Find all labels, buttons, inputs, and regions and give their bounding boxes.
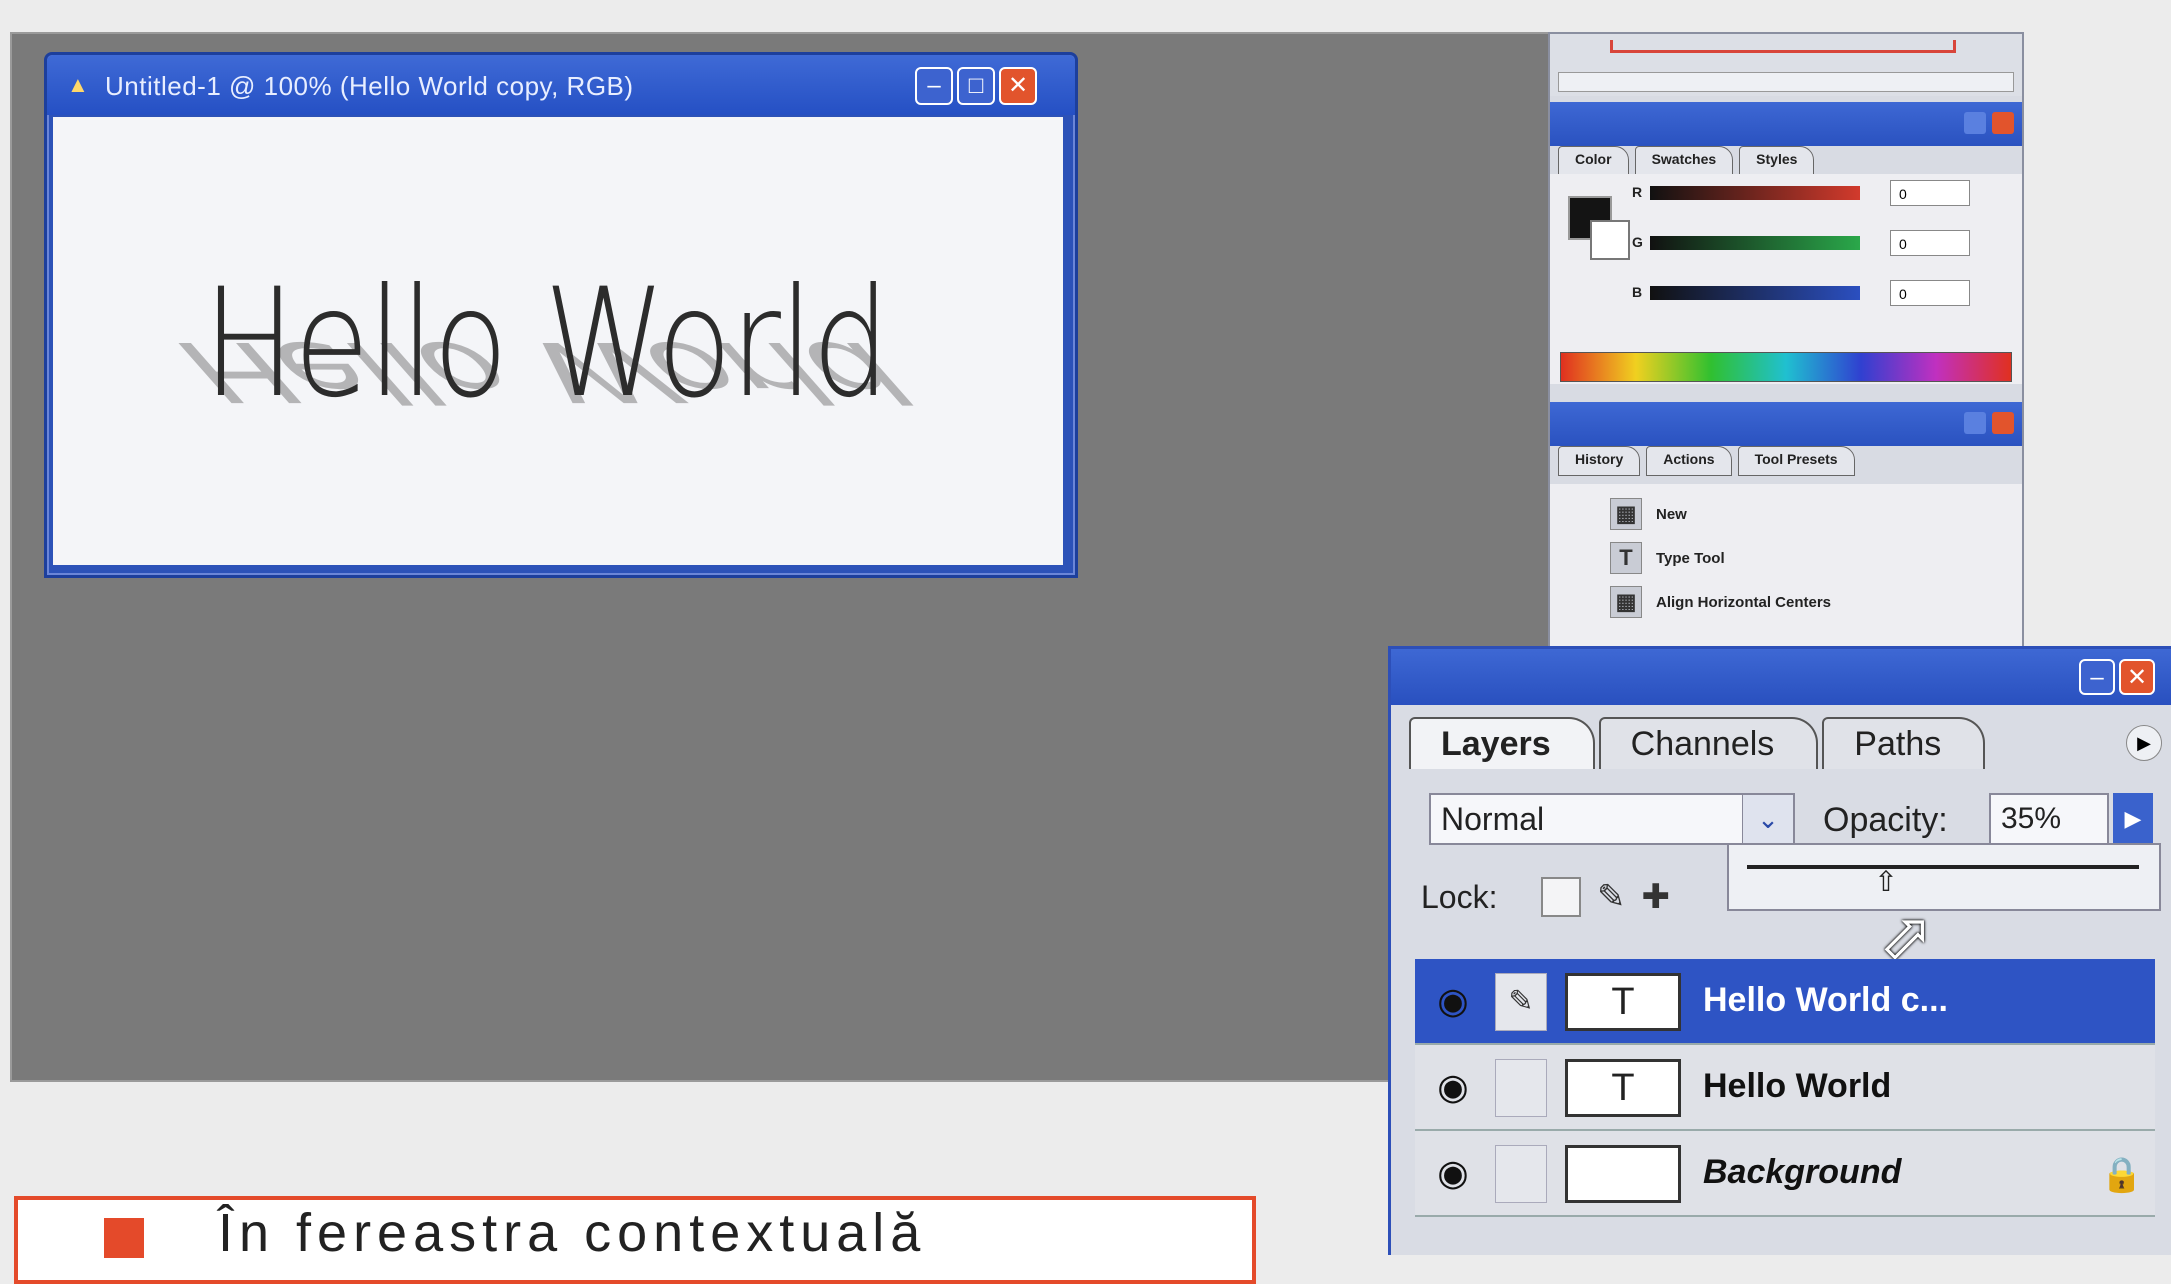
- caption-text: În fereastra contextuală: [218, 1203, 927, 1263]
- eye-visibility-icon[interactable]: ◉: [1427, 1153, 1479, 1193]
- palette-minimize-button[interactable]: [1964, 412, 1986, 434]
- opacity-slider-thumb[interactable]: ⇧: [1874, 865, 1897, 898]
- tab-layers[interactable]: Layers: [1409, 717, 1595, 769]
- history-palette-tabs: History Actions Tool Presets: [1558, 446, 2014, 476]
- palette-close-button[interactable]: [1992, 112, 2014, 134]
- document-window[interactable]: ▲ Untitled-1 @ 100% (Hello World copy, R…: [44, 52, 1078, 578]
- opacity-label: Opacity:: [1823, 801, 1948, 839]
- palette-close-button[interactable]: [1992, 412, 2014, 434]
- close-button[interactable]: ✕: [999, 67, 1037, 105]
- history-item[interactable]: ▦ Align Horizontal Centers: [1610, 586, 1831, 618]
- minimize-button[interactable]: –: [915, 67, 953, 105]
- channel-b-value[interactable]: 0: [1890, 280, 1970, 306]
- tab-channels[interactable]: Channels: [1598, 717, 1819, 769]
- eye-visibility-icon[interactable]: ◉: [1427, 1067, 1479, 1107]
- history-item[interactable]: T Type Tool: [1610, 542, 1725, 574]
- lock-position-icon[interactable]: ✚: [1642, 877, 1671, 917]
- layer-row[interactable]: ◉ ✎ T Hello World c...: [1415, 959, 2155, 1045]
- opacity-slider-track[interactable]: [1747, 865, 2139, 869]
- layers-panel: – ✕ Layers Channels Paths ▶ Normal ⌄ Opa…: [1388, 646, 2171, 1255]
- opacity-slider-toggle[interactable]: ▶: [2113, 793, 2153, 845]
- layer-thumbnail: T: [1565, 1059, 1681, 1117]
- type-tool-icon: T: [1610, 542, 1642, 574]
- document-canvas[interactable]: Hello World Hello World: [53, 117, 1063, 565]
- step-marker: [104, 1218, 144, 1258]
- channel-r-value[interactable]: 0: [1890, 180, 1970, 206]
- history-palette-titlebar[interactable]: [1550, 402, 2022, 446]
- channel-r-label: R: [1632, 184, 1643, 200]
- channel-g-slider[interactable]: [1650, 236, 1860, 250]
- new-document-icon: ▦: [1610, 498, 1642, 530]
- caption-box: În fereastra contextuală: [14, 1196, 1256, 1284]
- navigator-view-box[interactable]: [1610, 40, 1956, 53]
- blend-mode-select[interactable]: Normal ⌄: [1429, 793, 1795, 845]
- layer-row[interactable]: ◉ Background 🔒: [1415, 1131, 2155, 1217]
- tab-styles[interactable]: Styles: [1739, 146, 1815, 176]
- link-slot[interactable]: [1495, 1059, 1547, 1117]
- blend-mode-value: Normal: [1441, 801, 1545, 837]
- navigator-palette: [1550, 34, 2022, 96]
- layer-thumbnail: T: [1565, 973, 1681, 1031]
- brush-link-icon[interactable]: ✎: [1495, 973, 1547, 1031]
- color-palette-body: R 0 G 0 B 0: [1550, 174, 2022, 384]
- history-item[interactable]: ▦ New: [1610, 498, 1687, 530]
- history-item-label: Align Horizontal Centers: [1656, 593, 1832, 611]
- panel-minimize-button[interactable]: –: [2079, 659, 2115, 695]
- channel-r-slider[interactable]: [1650, 186, 1860, 200]
- align-icon: ▦: [1610, 586, 1642, 618]
- maximize-button[interactable]: □: [957, 67, 995, 105]
- lock-image-icon[interactable]: ✎: [1597, 877, 1626, 917]
- channel-g-value[interactable]: 0: [1890, 230, 1970, 256]
- navigator-zoom-slider[interactable]: [1558, 72, 2014, 92]
- tab-swatches[interactable]: Swatches: [1634, 146, 1734, 176]
- tab-color[interactable]: Color: [1558, 146, 1629, 176]
- layers-panel-titlebar[interactable]: – ✕: [1391, 649, 2171, 705]
- layer-name: Hello World c...: [1703, 981, 1948, 1019]
- channel-b-label: B: [1632, 284, 1643, 300]
- link-slot[interactable]: [1495, 1145, 1547, 1203]
- tab-paths[interactable]: Paths: [1822, 717, 1986, 769]
- photoshop-doc-icon: ▲: [67, 72, 89, 97]
- background-color-swatch[interactable]: [1590, 220, 1630, 260]
- color-spectrum-bar[interactable]: [1560, 352, 2012, 382]
- tab-history[interactable]: History: [1558, 446, 1641, 476]
- channel-g-label: G: [1632, 234, 1643, 250]
- opacity-input[interactable]: 35%: [1989, 793, 2109, 845]
- layer-name: Hello World: [1703, 1067, 1892, 1105]
- chevron-down-icon[interactable]: ⌄: [1742, 795, 1793, 843]
- layers-panel-tabs: Layers Channels Paths: [1409, 717, 1986, 769]
- panel-close-button[interactable]: ✕: [2119, 659, 2155, 695]
- color-palette-tabs: Color Swatches Styles: [1558, 146, 2014, 176]
- layer-row[interactable]: ◉ T Hello World: [1415, 1045, 2155, 1131]
- opacity-slider-popup[interactable]: ⇧: [1727, 843, 2161, 911]
- palettes-column: Color Swatches Styles R 0 G 0 B 0 Histor…: [1548, 32, 2024, 656]
- panel-menu-arrow-icon[interactable]: ▶: [2126, 725, 2162, 761]
- palette-minimize-button[interactable]: [1964, 112, 1986, 134]
- lock-transparency-icon[interactable]: [1541, 877, 1581, 917]
- history-palette-body: ▦ New T Type Tool ▦ Align Horizontal Cen…: [1550, 484, 2022, 654]
- channel-b-slider[interactable]: [1650, 286, 1860, 300]
- document-title: Untitled-1 @ 100% (Hello World copy, RGB…: [105, 71, 634, 101]
- lock-options: ✎ ✚: [1541, 877, 1670, 917]
- layer-name: Background: [1703, 1153, 1902, 1191]
- lock-icon: 🔒: [2100, 1156, 2143, 1194]
- eye-visibility-icon[interactable]: ◉: [1427, 981, 1479, 1021]
- tab-actions[interactable]: Actions: [1646, 446, 1732, 476]
- document-titlebar[interactable]: ▲ Untitled-1 @ 100% (Hello World copy, R…: [47, 55, 1075, 115]
- history-item-label: New: [1656, 505, 1687, 523]
- color-palette-titlebar[interactable]: [1550, 102, 2022, 146]
- layer-thumbnail: [1565, 1145, 1681, 1203]
- history-item-label: Type Tool: [1656, 549, 1725, 567]
- tab-tool-presets[interactable]: Tool Presets: [1737, 446, 1855, 476]
- canvas-text: Hello World: [203, 257, 890, 431]
- layers-list: ◉ ✎ T Hello World c... ◉ T Hello World ◉…: [1415, 959, 2155, 1217]
- lock-label: Lock:: [1421, 879, 1498, 915]
